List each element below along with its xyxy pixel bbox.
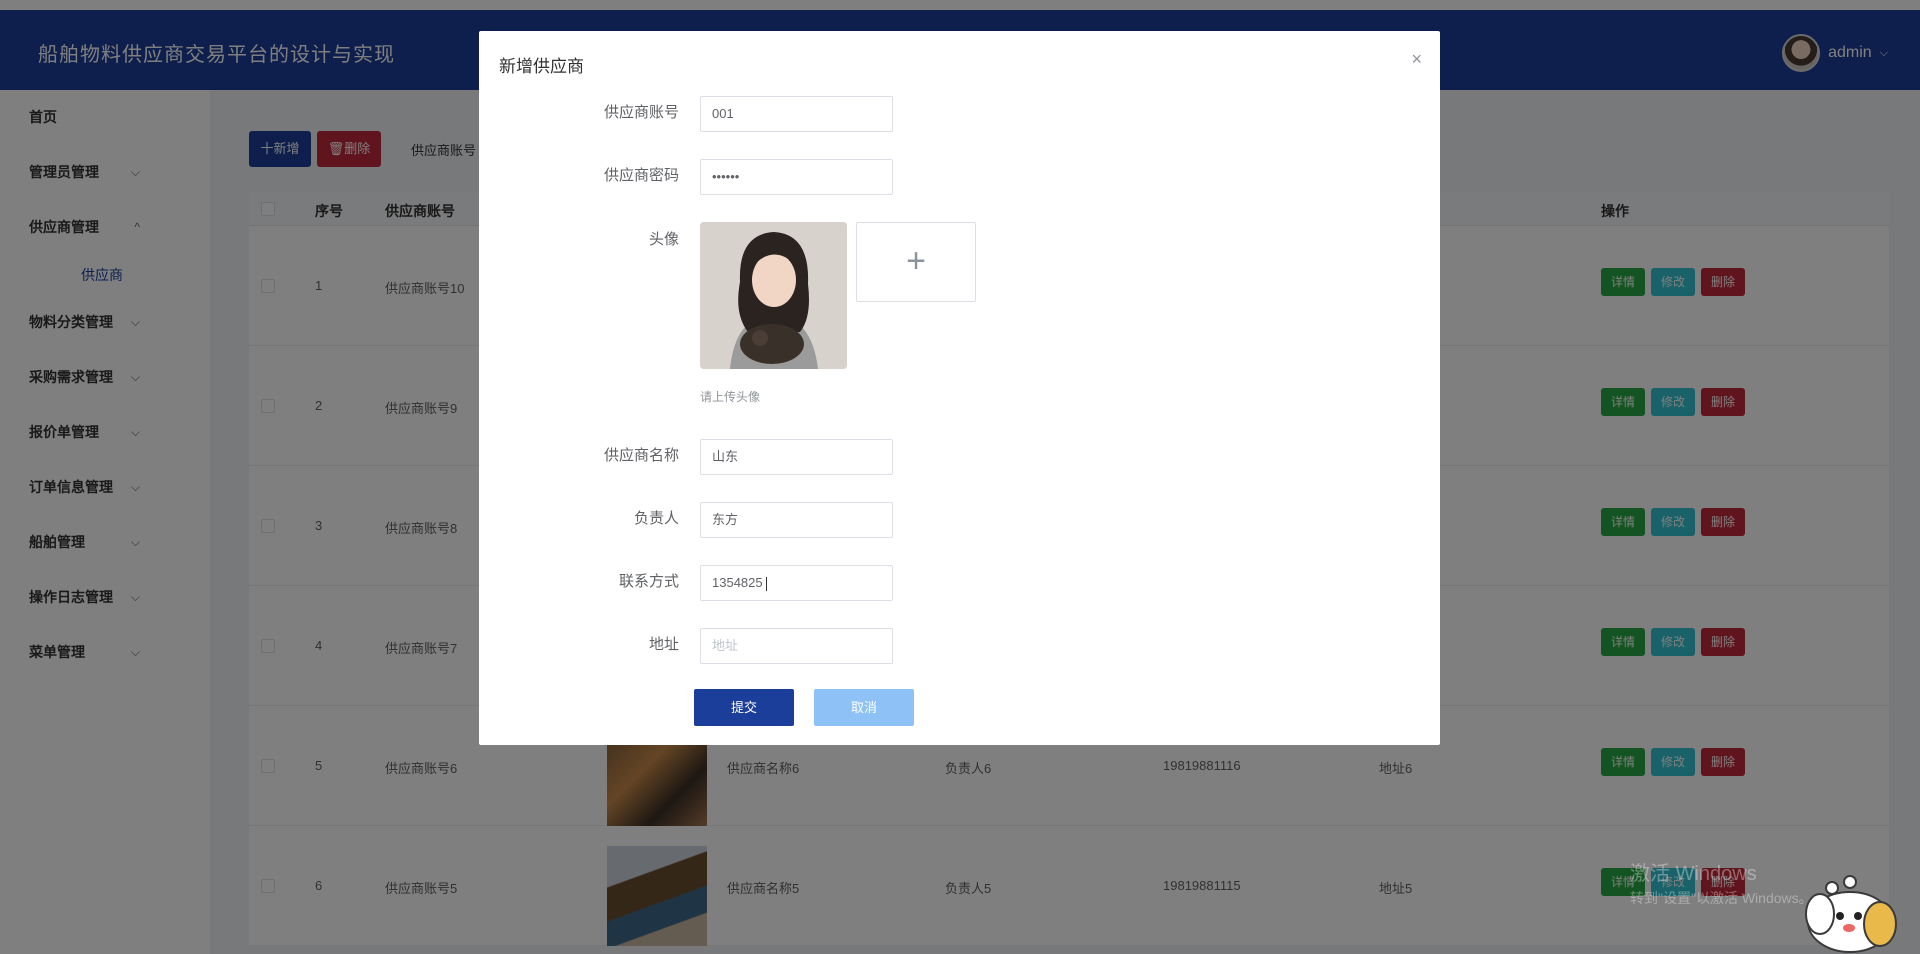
name-field[interactable]: 山东	[700, 439, 893, 475]
text-cursor-icon	[765, 576, 767, 591]
person-label: 负责人	[633, 510, 679, 527]
dialog-title: 新增供应商	[499, 57, 584, 76]
name-label: 供应商名称	[603, 447, 679, 464]
password-label: 供应商密码	[603, 167, 679, 184]
avatar-label: 头像	[648, 231, 679, 248]
submit-button[interactable]: 提交	[694, 689, 794, 726]
add-supplier-dialog: 新增供应商 × 供应商账号 001 供应商密码 •••••• 头像 + 请上传头…	[479, 31, 1440, 745]
account-field[interactable]: 001	[700, 96, 893, 132]
avatar-hint: 请上传头像	[700, 390, 761, 404]
person-field[interactable]: 东方	[700, 502, 893, 538]
plus-icon: +	[906, 242, 926, 280]
cancel-button[interactable]: 取消	[814, 689, 914, 726]
account-label: 供应商账号	[603, 104, 679, 121]
mascot-icon	[1805, 875, 1897, 953]
windows-activation-watermark: 激活 Windows 转到"设置"以激活 Windows。	[1630, 862, 1813, 910]
close-icon[interactable]: ×	[1411, 49, 1422, 70]
watermark-line2: 转到"设置"以激活 Windows。	[1630, 890, 1813, 906]
password-field[interactable]: ••••••	[700, 159, 893, 195]
phone-value: 1354825	[712, 575, 763, 590]
phone-label: 联系方式	[618, 573, 679, 590]
address-field[interactable]: 地址	[700, 628, 893, 664]
avatar-upload-button[interactable]: +	[856, 222, 976, 302]
phone-field[interactable]: 1354825	[700, 565, 893, 601]
watermark-line1: 激活 Windows	[1630, 863, 1757, 885]
address-label: 地址	[648, 636, 679, 653]
uploaded-avatar-image	[700, 222, 847, 369]
avatar-photo-icon	[700, 222, 847, 369]
